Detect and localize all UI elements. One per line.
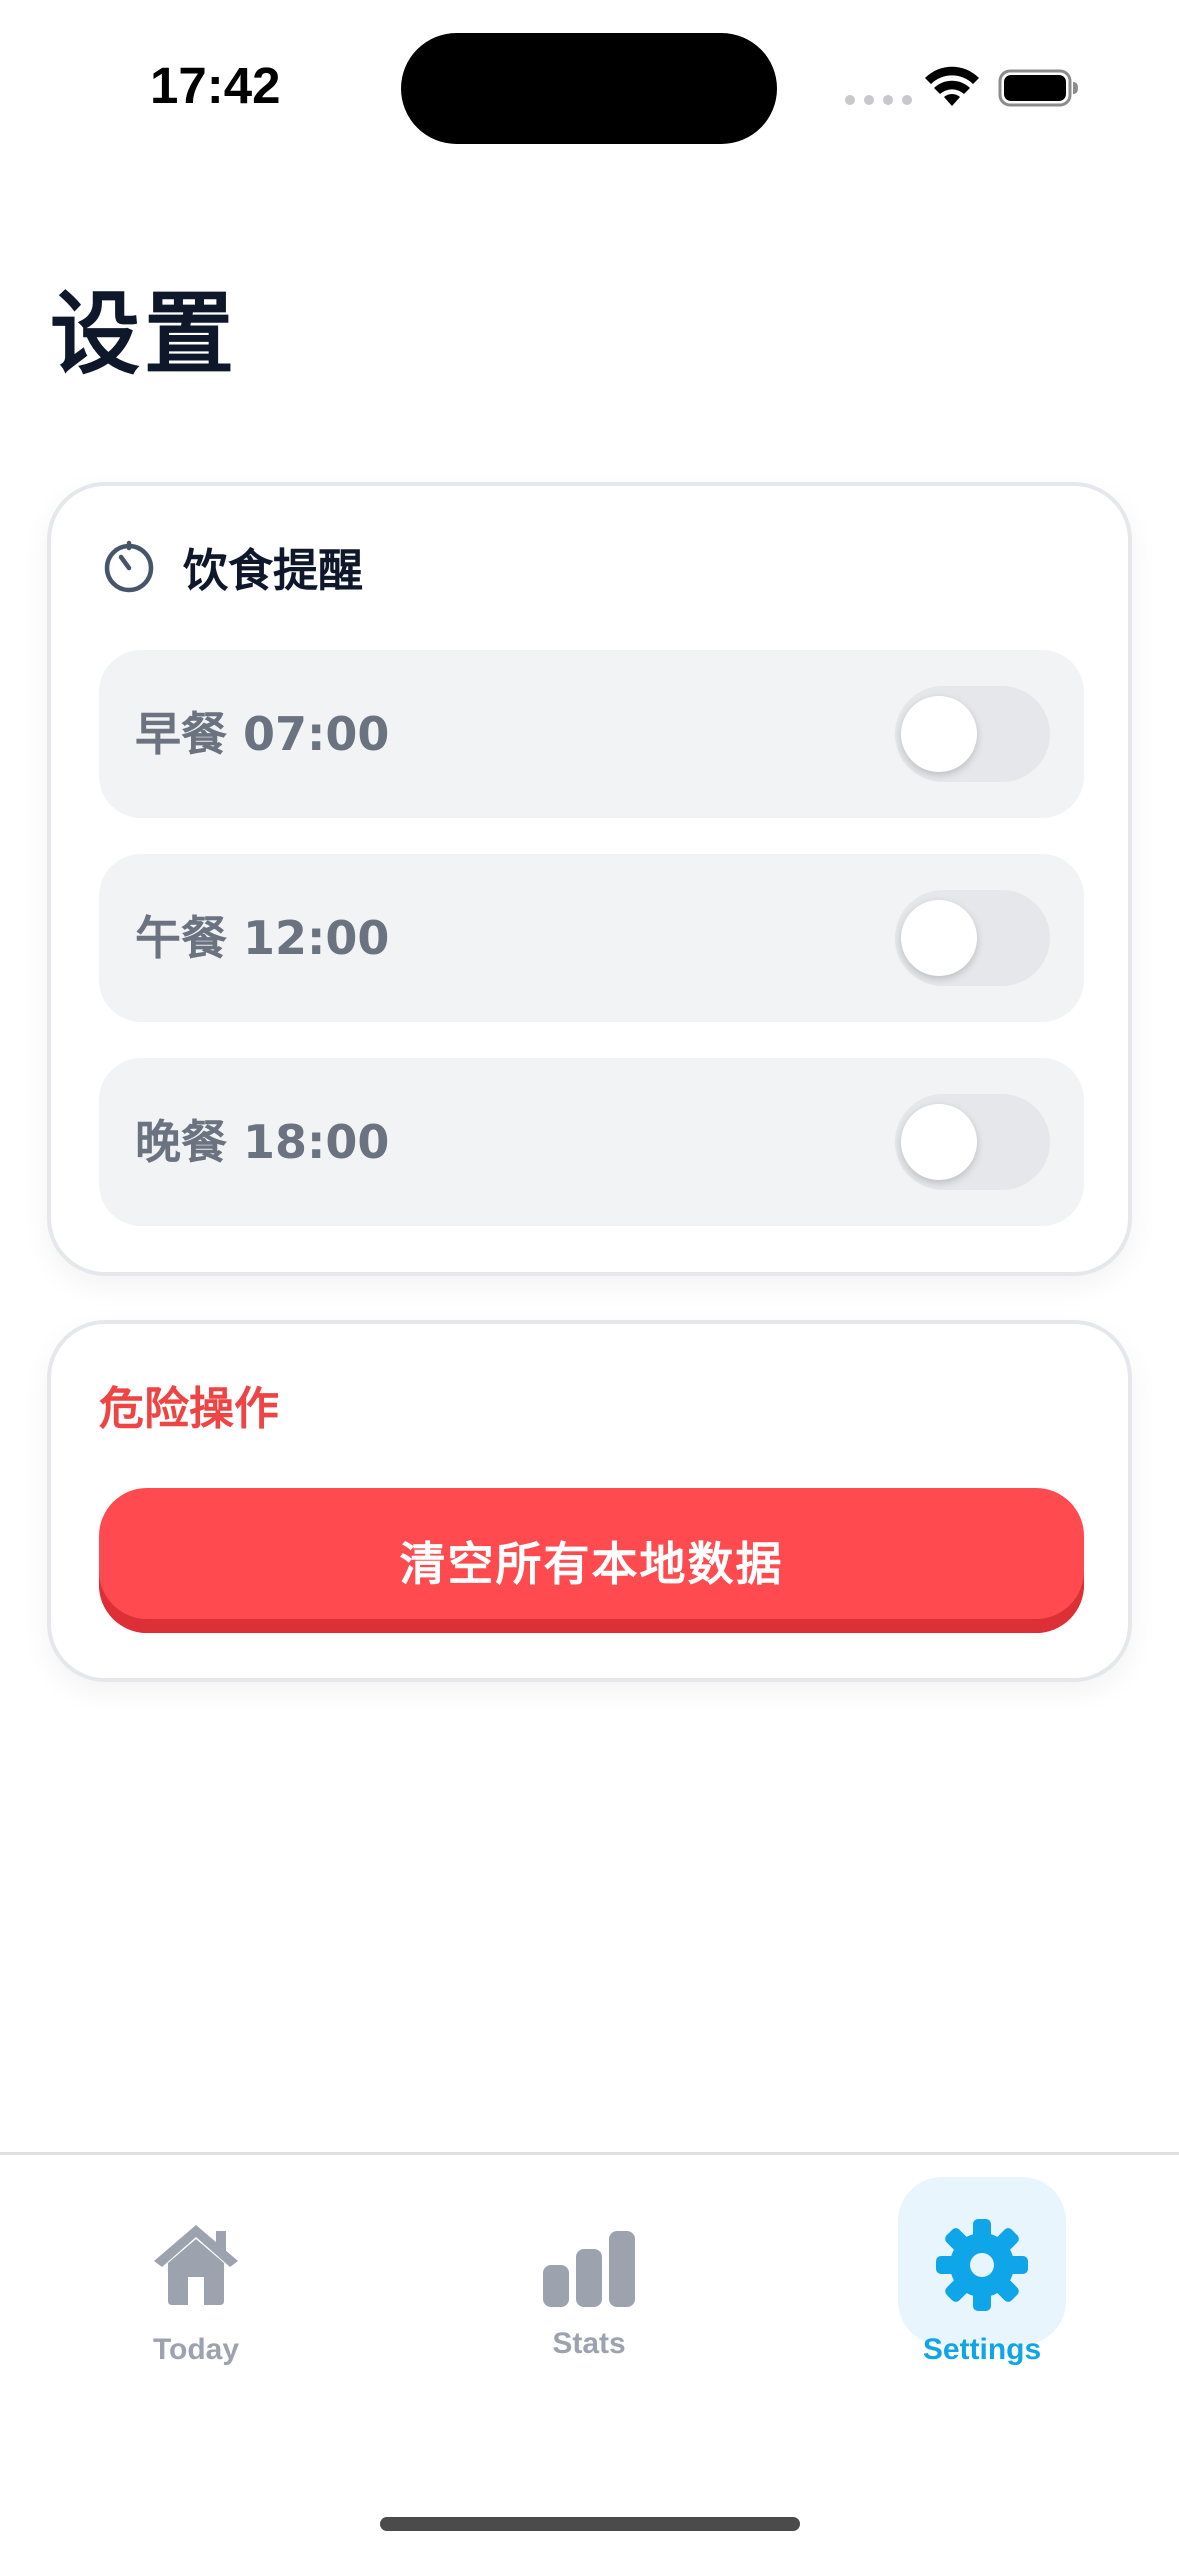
settings-screen: 17:42 设置 饮食提醒 早餐 07:00 午餐 12:00 晚餐 18:00… <box>0 0 1179 2556</box>
tab-label: Settings <box>922 2333 1042 2366</box>
home-indicator[interactable] <box>380 2517 800 2531</box>
danger-zone-card: 危险操作 清空所有本地数据 <box>47 1320 1132 1682</box>
tab-today[interactable]: Today <box>96 2177 296 2377</box>
dinner-reminder-toggle[interactable] <box>895 1094 1050 1190</box>
bar-chart-icon <box>543 2231 635 2307</box>
battery-icon <box>998 69 1078 107</box>
reminders-title: 饮食提醒 <box>183 544 364 597</box>
clear-all-data-button[interactable]: 清空所有本地数据 <box>99 1488 1084 1633</box>
reminder-row-breakfast: 早餐 07:00 <box>99 650 1084 818</box>
gear-icon <box>936 2219 1028 2311</box>
tab-label: Stats <box>552 2327 626 2360</box>
home-icon <box>154 2225 238 2305</box>
reminder-label: 早餐 07:00 <box>135 707 390 761</box>
toggle-knob <box>901 900 977 976</box>
reminder-row-dinner: 晚餐 18:00 <box>99 1058 1084 1226</box>
meal-reminders-card: 饮食提醒 早餐 07:00 午餐 12:00 晚餐 18:00 <box>47 482 1132 1276</box>
tab-label: Today <box>152 2333 240 2366</box>
reminder-row-lunch: 午餐 12:00 <box>99 854 1084 1022</box>
reminder-label: 晚餐 18:00 <box>135 1115 390 1169</box>
status-time: 17:42 <box>150 57 281 114</box>
page-title: 设置 <box>50 282 238 387</box>
danger-zone-title: 危险操作 <box>99 1382 280 1435</box>
reminder-label: 午餐 12:00 <box>135 911 390 965</box>
cellular-signal-icon <box>845 95 912 105</box>
dynamic-island <box>401 33 777 144</box>
tab-settings[interactable]: Settings <box>882 2177 1082 2377</box>
lunch-reminder-toggle[interactable] <box>895 890 1050 986</box>
wifi-icon <box>925 66 979 106</box>
timer-icon <box>104 540 154 592</box>
breakfast-reminder-toggle[interactable] <box>895 686 1050 782</box>
tab-stats[interactable]: Stats <box>489 2177 689 2377</box>
toggle-knob <box>901 1104 977 1180</box>
tab-bar: Today Stats Settings <box>0 2152 1179 2556</box>
reminders-header: 饮食提醒 <box>101 534 363 599</box>
toggle-knob <box>901 696 977 772</box>
